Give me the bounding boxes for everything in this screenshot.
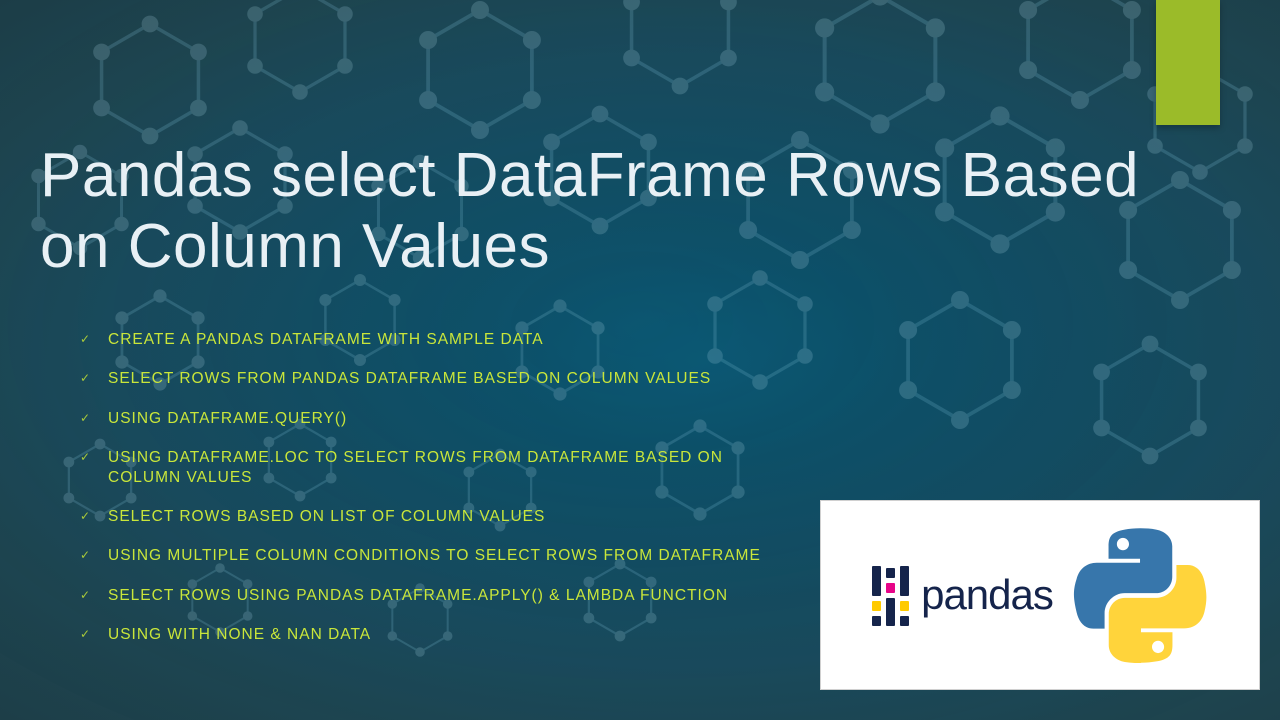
bullet-item: SELECT ROWS FROM PANDAS DATAFRAME BASED …: [80, 369, 800, 388]
bullet-item: SELECT ROWS USING PANDAS DATAFRAME.APPLY…: [80, 586, 800, 605]
bullet-item: CREATE A PANDAS DATAFRAME WITH SAMPLE DA…: [80, 330, 800, 349]
slide-title: Pandas select DataFrame Rows Based on Co…: [40, 140, 1220, 283]
accent-bar: [1156, 0, 1220, 125]
bullet-item: USING DATAFRAME.QUERY(): [80, 409, 800, 428]
bullet-item: SELECT ROWS BASED ON LIST OF COLUMN VALU…: [80, 507, 800, 526]
presentation-slide: Pandas select DataFrame Rows Based on Co…: [0, 0, 1280, 720]
bullet-item: USING WITH NONE & NAN DATA: [80, 625, 800, 644]
bullet-list: CREATE A PANDAS DATAFRAME WITH SAMPLE DA…: [80, 330, 800, 664]
bullet-item: USING DATAFRAME.LOC TO SELECT ROWS FROM …: [80, 448, 800, 487]
bullet-item: USING MULTIPLE COLUMN CONDITIONS TO SELE…: [80, 546, 800, 565]
pandas-wordmark: pandas: [921, 571, 1053, 619]
pandas-logo: pandas: [872, 564, 1053, 626]
pandas-bars-icon: [872, 564, 909, 626]
python-logo-icon: [1073, 528, 1208, 663]
logo-card: pandas: [820, 500, 1260, 690]
